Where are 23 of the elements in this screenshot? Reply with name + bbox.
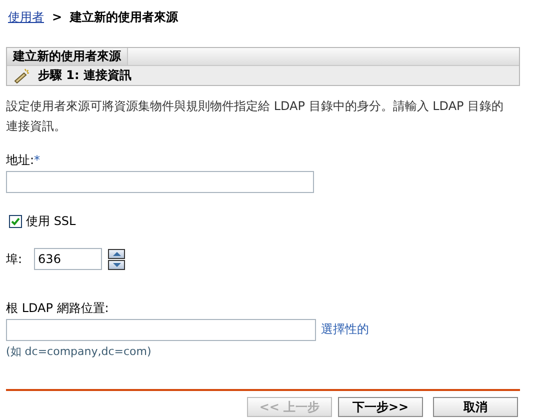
root-label: 根 LDAP 網路位置:	[6, 300, 110, 317]
down-triangle-icon	[112, 262, 122, 268]
wizard-button[interactable]: 取消	[433, 397, 518, 417]
ssl-checkbox[interactable]	[9, 215, 22, 228]
description: 設定使用者來源可將資源集物件與規則物件指定給 LDAP 目錄中的身分。請輸入 LDAP 目錄的連接資訊。	[6, 98, 505, 135]
required-mark: *	[34, 153, 40, 167]
step-title: 步驟 1: 連接資訊	[38, 67, 132, 84]
wand-icon	[13, 68, 31, 84]
breadcrumb-link[interactable]: 使用者	[8, 8, 44, 26]
root-field[interactable]	[6, 319, 316, 341]
wizard-button[interactable]: 下一步>>	[338, 397, 423, 417]
optional-note: 選擇性的	[321, 320, 369, 338]
address-label: 地址:	[6, 153, 34, 167]
example-hint: (如 dc=company,dc=com)	[6, 344, 152, 359]
ssl-label: 使用 SSL	[26, 213, 76, 230]
page-title: 建立新的使用者來源	[70, 8, 178, 26]
port-label: 埠:	[6, 250, 22, 268]
breadcrumb-separator: >	[52, 10, 62, 24]
address-field[interactable]	[6, 171, 314, 193]
up-triangle-icon	[112, 250, 122, 256]
decrement-button[interactable]	[108, 260, 126, 270]
increment-button[interactable]	[108, 248, 126, 258]
port-field[interactable]: 636	[34, 248, 102, 270]
